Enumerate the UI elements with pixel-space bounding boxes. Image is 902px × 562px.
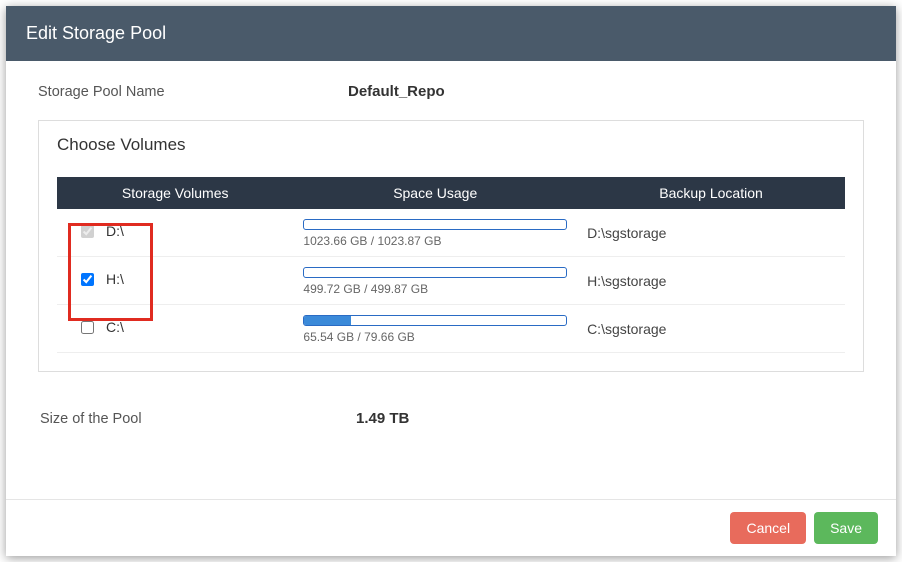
modal-body: Storage Pool Name Default_Repo Choose Vo… <box>6 61 896 499</box>
volume-name: C:\ <box>106 319 124 335</box>
volume-checkbox[interactable] <box>81 273 94 286</box>
progress-bar <box>303 315 567 326</box>
modal-footer: Cancel Save <box>6 499 896 556</box>
backup-location: C:\sgstorage <box>577 305 845 353</box>
backup-location: H:\sgstorage <box>577 257 845 305</box>
choose-volumes-title: Choose Volumes <box>57 135 845 155</box>
volume-checkbox[interactable] <box>81 321 94 334</box>
volume-cell: H:\ <box>57 257 293 305</box>
volume-cell: D:\ <box>57 209 293 257</box>
backup-location: D:\sgstorage <box>577 209 845 257</box>
pool-size-label: Size of the Pool <box>40 411 356 427</box>
volumes-table: Storage Volumes Space Usage Backup Locat… <box>57 177 845 353</box>
col-storage-volumes: Storage Volumes <box>57 177 293 209</box>
col-space-usage: Space Usage <box>293 177 577 209</box>
table-row: D:\ 1023.66 GB / 1023.87 GB D:\sgstorage <box>57 209 845 257</box>
progress-bar-fill <box>304 316 351 325</box>
usage-cell: 65.54 GB / 79.66 GB <box>293 305 577 353</box>
pool-name-row: Storage Pool Name Default_Repo <box>38 83 864 100</box>
usage-text: 1023.66 GB / 1023.87 GB <box>303 234 567 248</box>
volume-cell: C:\ <box>57 305 293 353</box>
choose-volumes-panel: Choose Volumes Storage Volumes Space Usa… <box>38 120 864 372</box>
edit-storage-pool-modal: Edit Storage Pool Storage Pool Name Defa… <box>6 6 896 556</box>
volume-name: H:\ <box>106 271 124 287</box>
volume-name: D:\ <box>106 223 124 239</box>
pool-size-value: 1.49 TB <box>356 410 409 427</box>
table-header-row: Storage Volumes Space Usage Backup Locat… <box>57 177 845 209</box>
progress-bar <box>303 267 567 278</box>
modal-header: Edit Storage Pool <box>6 6 896 61</box>
progress-bar <box>303 219 567 230</box>
usage-cell: 499.72 GB / 499.87 GB <box>293 257 577 305</box>
table-row: C:\ 65.54 GB / 79.66 GB C:\sgstorage <box>57 305 845 353</box>
table-row: H:\ 499.72 GB / 499.87 GB H:\sgstorage <box>57 257 845 305</box>
usage-cell: 1023.66 GB / 1023.87 GB <box>293 209 577 257</box>
modal-title: Edit Storage Pool <box>26 23 166 43</box>
cancel-button[interactable]: Cancel <box>730 512 806 544</box>
pool-name-value: Default_Repo <box>348 83 445 100</box>
usage-text: 65.54 GB / 79.66 GB <box>303 330 567 344</box>
pool-size-row: Size of the Pool 1.49 TB <box>38 410 864 427</box>
save-button[interactable]: Save <box>814 512 878 544</box>
usage-text: 499.72 GB / 499.87 GB <box>303 282 567 296</box>
col-backup-location: Backup Location <box>577 177 845 209</box>
pool-name-label: Storage Pool Name <box>38 84 348 100</box>
volume-checkbox <box>81 225 94 238</box>
